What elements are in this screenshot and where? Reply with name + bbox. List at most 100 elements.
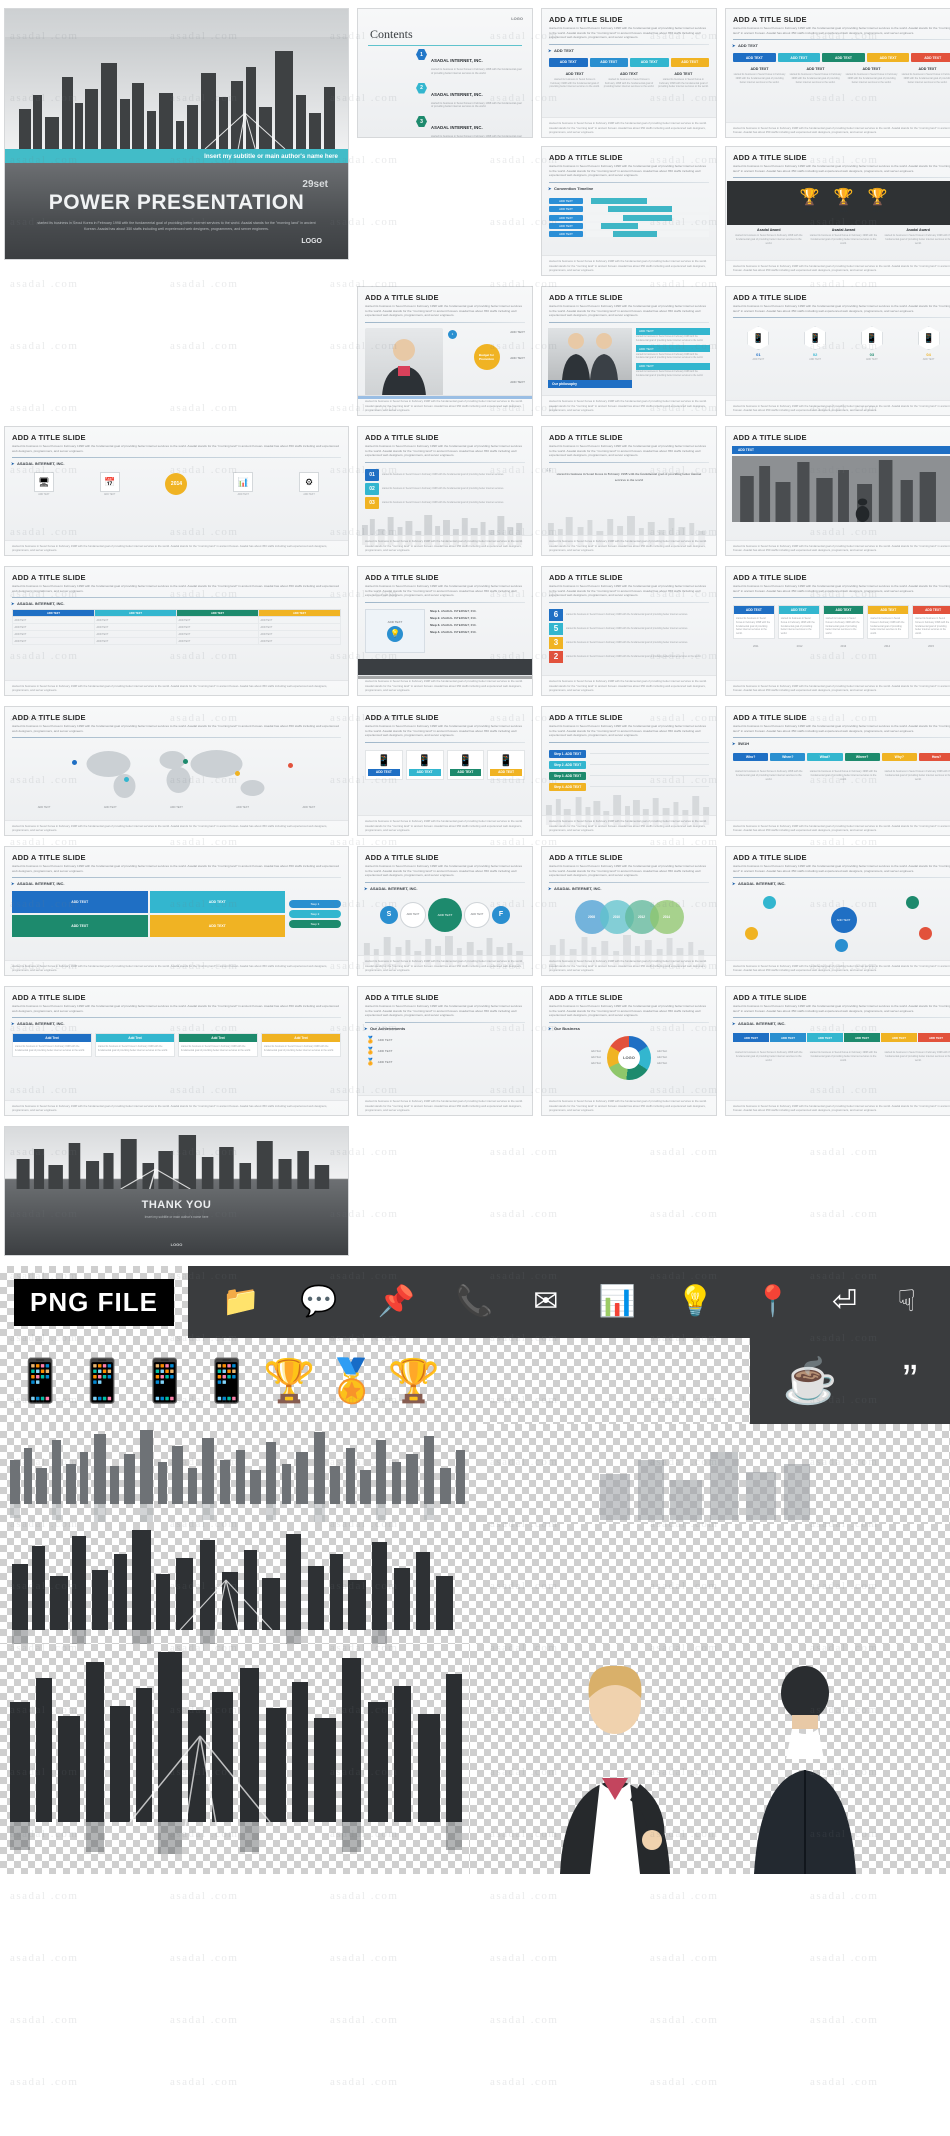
- step-line[interactable]: Step 3. ASADAL INTERNET, INC.: [430, 623, 525, 627]
- icon-item[interactable]: 📊 ADD TEXT: [233, 472, 254, 496]
- slide-photo-city[interactable]: ADD A TITLE SLIDE ADD TEXT started its b…: [725, 426, 950, 556]
- flow-step[interactable]: ADD TEXT: [881, 1033, 917, 1043]
- slide-phone-cards[interactable]: ADD A TITLE SLIDE started its business i…: [357, 706, 533, 836]
- number-item[interactable]: 3 started its business in Seoul Korea in…: [549, 636, 709, 649]
- radial-center[interactable]: ADD TEXT: [830, 907, 857, 934]
- quadrant-cell[interactable]: ADD TEXT: [149, 891, 285, 914]
- slide-awards[interactable]: ADD A TITLE SLIDE started its business i…: [725, 146, 950, 276]
- achievement-item[interactable]: 🏅 ADD TEXT: [366, 1036, 524, 1044]
- card[interactable]: Add Text started its business in Seoul K…: [261, 1033, 341, 1057]
- timeline-step[interactable]: Step 3. ADD TEXT: [549, 771, 709, 780]
- slide-sef-flow[interactable]: ADD A TITLE SLIDE started its business i…: [357, 846, 533, 976]
- chip[interactable]: ADD TEXT: [777, 53, 821, 63]
- radial-node[interactable]: [905, 895, 919, 909]
- flow-step[interactable]: ADD TEXT: [918, 1033, 950, 1043]
- slide-chips[interactable]: ADD A TITLE SLIDE started its business i…: [541, 8, 717, 138]
- slide-businesswoman[interactable]: ADD A TITLE SLIDE started its business i…: [357, 286, 533, 416]
- slide-achievements[interactable]: ADD A TITLE SLIDE started its business i…: [357, 986, 533, 1116]
- number-item[interactable]: 03 started its business in Seoul Korea i…: [365, 496, 525, 509]
- card[interactable]: ADD TEXT started its business in Seoul K…: [733, 605, 775, 640]
- quadrant-cell[interactable]: ADD TEXT: [149, 915, 285, 938]
- w5h-cell[interactable]: Who?: [733, 753, 769, 762]
- slide-four-cards[interactable]: ADD A TITLE SLIDE started its business i…: [4, 986, 349, 1116]
- step-pill[interactable]: Step 3: [289, 920, 341, 929]
- hex-item[interactable]: 📱 04 ADD TEXT: [912, 326, 946, 361]
- icon-item[interactable]: ⚙ ADD TEXT: [299, 472, 320, 496]
- number-item[interactable]: 02 started its business in Seoul Korea i…: [365, 482, 525, 495]
- card[interactable]: ADD TEXT started its business in Seoul K…: [867, 605, 910, 640]
- timeline-step[interactable]: Step 2. ADD TEXT: [549, 760, 709, 769]
- slide-color-cards[interactable]: ADD A TITLE SLIDE started its business i…: [725, 566, 950, 696]
- achievement-item[interactable]: 🏅 ADD TEXT: [366, 1047, 524, 1055]
- card[interactable]: Add Text started its business in Seoul K…: [12, 1033, 92, 1057]
- list-item[interactable]: 2 ASADAL INTERNET, INC. started its busi…: [416, 82, 524, 110]
- bullet-chip[interactable]: ADD TEXT: [636, 362, 710, 370]
- flow-step[interactable]: ADD TEXT: [844, 1033, 880, 1043]
- hex-item[interactable]: 📱 03 ADD TEXT: [855, 326, 889, 361]
- list-item[interactable]: 1 ASADAL INTERNET, INC. started its busi…: [416, 49, 524, 76]
- venn-circle[interactable]: 2014: [649, 899, 684, 934]
- flow-step[interactable]: ADD TEXT: [807, 1033, 843, 1043]
- chip[interactable]: ADD TEXT: [670, 57, 709, 67]
- flow-center[interactable]: ADD TEXT: [428, 897, 462, 932]
- quadrant-cell[interactable]: ADD TEXT: [12, 915, 148, 938]
- map-pin-icon[interactable]: [287, 762, 293, 768]
- slide-icons-year[interactable]: ADD A TITLE SLIDE started its business i…: [4, 426, 349, 556]
- slide-quote[interactable]: ADD A TITLE SLIDE started its business i…: [541, 426, 717, 556]
- w5h-cell[interactable]: When?: [770, 753, 806, 762]
- slide-big-numbers[interactable]: ADD A TITLE SLIDE started its business i…: [541, 566, 717, 696]
- phone-card[interactable]: 📱 ADD TEXT: [446, 749, 485, 780]
- slide-arrow-flow[interactable]: ADD A TITLE SLIDE started its business i…: [725, 986, 950, 1116]
- radial-node[interactable]: [834, 938, 848, 952]
- radial-node[interactable]: [745, 927, 759, 941]
- slide-numbered-list[interactable]: ADD A TITLE SLIDE started its business i…: [357, 426, 533, 556]
- w5h-cell[interactable]: Where?: [844, 753, 880, 762]
- slide-hex-steps[interactable]: ADD A TITLE SLIDE started its business i…: [725, 286, 950, 416]
- timeline-step[interactable]: Step 4. ADD TEXT: [549, 782, 709, 791]
- flow-node[interactable]: ADD TEXT: [400, 901, 426, 928]
- chip[interactable]: ADD TEXT: [733, 53, 776, 63]
- step-pill[interactable]: Step 2: [289, 910, 341, 919]
- quadrant-cell[interactable]: ADD TEXT: [12, 891, 148, 914]
- hex-item[interactable]: 📱 01 ADD TEXT: [741, 326, 775, 361]
- achievement-item[interactable]: 🏅 ADD TEXT: [366, 1058, 524, 1066]
- slide-steps-bulb[interactable]: ADD A TITLE SLIDE started its business i…: [357, 566, 533, 696]
- slide-world-map[interactable]: ADD A TITLE SLIDE started its business i…: [4, 706, 349, 836]
- icon-item[interactable]: 🖥 ADD TEXT: [33, 472, 54, 496]
- chip[interactable]: ADD TEXT: [911, 53, 950, 63]
- number-item[interactable]: 01 started its business in Seoul Korea i…: [365, 468, 525, 481]
- chip[interactable]: ADD TEXT: [866, 53, 910, 63]
- slide-gantt[interactable]: ADD A TITLE SLIDE started its business i…: [541, 146, 717, 276]
- slide-table[interactable]: ADD A TITLE SLIDE started its business i…: [4, 566, 349, 696]
- flow-step[interactable]: ADD TEXT: [770, 1033, 806, 1043]
- slide-contents[interactable]: LOGO Contents 1 ASADAL INTERNET, INC. st…: [357, 8, 533, 138]
- number-item[interactable]: 5 started its business in Seoul Korea in…: [549, 622, 709, 635]
- step-pill[interactable]: Step 1: [289, 900, 341, 909]
- hex-item[interactable]: 📱 02 ADD TEXT: [798, 326, 832, 361]
- slide-chips-wide[interactable]: ADD A TITLE SLIDE started its business i…: [725, 8, 950, 138]
- list-item[interactable]: 3 ASADAL INTERNET, INC. started its busi…: [416, 116, 524, 137]
- w5h-cell[interactable]: Why?: [881, 753, 917, 762]
- w5h-cell[interactable]: How?: [918, 753, 950, 762]
- slide-vertical-timeline[interactable]: ADD A TITLE SLIDE started its business i…: [541, 706, 717, 836]
- slide-donut-business[interactable]: ADD A TITLE SLIDE started its business i…: [541, 986, 717, 1116]
- w5h-cell[interactable]: What?: [807, 753, 843, 762]
- timeline-step[interactable]: Step 1. ADD TEXT: [549, 749, 709, 758]
- radial-node[interactable]: [919, 927, 933, 941]
- flow-step[interactable]: ADD TEXT: [733, 1033, 769, 1043]
- radial-node[interactable]: [763, 895, 777, 909]
- card[interactable]: Add Text started its business in Seoul K…: [95, 1033, 175, 1057]
- slide-quadrant[interactable]: ADD A TITLE SLIDE started its business i…: [4, 846, 349, 976]
- phone-card[interactable]: 📱 ADD TEXT: [487, 749, 525, 780]
- slide-5w1h[interactable]: ADD A TITLE SLIDE started its business i…: [725, 706, 950, 836]
- bullet-chip[interactable]: ADD TEXT: [636, 327, 710, 335]
- slide-venn[interactable]: ADD A TITLE SLIDE started its business i…: [541, 846, 717, 976]
- card[interactable]: ADD TEXT started its business in Seoul K…: [777, 605, 820, 640]
- slide-philosophy[interactable]: ADD A TITLE SLIDE started its business i…: [541, 286, 717, 416]
- icon-item[interactable]: 📅 ADD TEXT: [99, 472, 120, 496]
- chip[interactable]: ADD TEXT: [589, 57, 628, 67]
- step-line[interactable]: Step 4. ASADAL INTERNET, INC.: [430, 630, 525, 634]
- card[interactable]: ADD TEXT started its business in Seoul K…: [912, 605, 950, 640]
- number-item[interactable]: 6 started its business in Seoul Korea in…: [549, 608, 709, 621]
- number-item[interactable]: 2 started its business in Seoul Korea in…: [549, 650, 709, 663]
